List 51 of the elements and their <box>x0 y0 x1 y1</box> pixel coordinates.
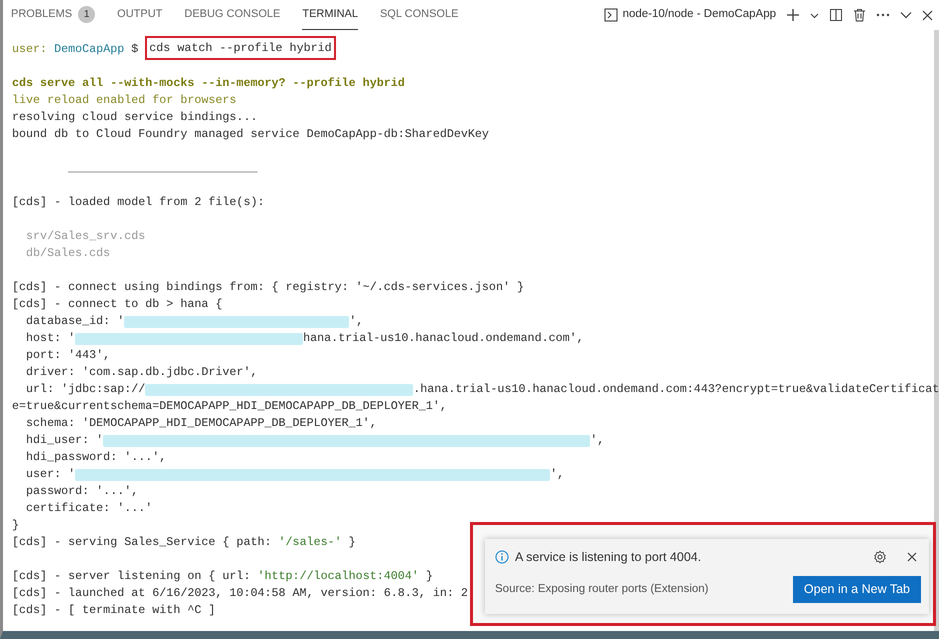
terminal-line: [cds] - [ terminate with ^C ] <box>12 602 216 619</box>
terminal-selector[interactable]: node-10/node - DemoCapApp <box>604 6 776 24</box>
terminal-line: url: 'jdbc:sap:// .hana.trial-us10.hanacloud.ondemand.com:443?encrypt=true&validateCertificat <box>25 381 939 398</box>
terminal-line: [cds] - loaded model from 2 file(s): <box>12 194 264 211</box>
terminal-line: } <box>12 517 20 534</box>
terminal-line: ___________________________ <box>67 160 258 177</box>
terminal-line: database_id: ' ', <box>25 313 364 330</box>
close-icon[interactable] <box>922 10 933 20</box>
terminal-line: port: '443', <box>25 347 110 364</box>
settings-icon[interactable] <box>873 550 887 564</box>
panel-tab[interactable]: TERMINAL <box>302 0 358 30</box>
terminal-line: e=true&currentschema=DEMOCAPAPP_HDI_DEMOCAPAPP_DB_DEPLOYER_1', <box>12 398 447 415</box>
terminal-line: [cds] - serving Sales_Service { path: '/sales-' } <box>12 534 356 551</box>
terminal-icon <box>604 8 618 22</box>
terminal-line: certificate: '...' <box>25 500 152 517</box>
terminal-line: srv/Sales_srv.cds <box>25 228 146 245</box>
terminal-line: user: ' ', <box>25 466 564 483</box>
terminal-line: hdi_user: ' ', <box>25 432 604 449</box>
panel-tab[interactable]: DEBUG CONSOLE <box>184 0 280 30</box>
close-icon[interactable] <box>907 552 917 562</box>
terminal-line: hdi_password: '...', <box>25 449 166 466</box>
panel-tab[interactable]: SQL CONSOLE <box>380 0 458 30</box>
terminal-line: host: ' hana.trial-us10.hanacloud.ondemand.com', <box>25 330 584 347</box>
open-in-new-tab-button[interactable]: Open in a New Tab <box>792 576 921 603</box>
terminal-line: schema: 'DEMOCAPAPP_HDI_DEMOCAPAPP_DB_DEPLOYER_1', <box>25 415 377 432</box>
terminal-line: cds serve all --with-mocks --in-memory? --profile hybrid <box>12 75 405 92</box>
trash-icon[interactable] <box>853 8 866 22</box>
terminal-line: password: '...', <box>25 483 138 500</box>
info-icon <box>495 550 509 564</box>
terminal-line: resolving cloud service bindings... <box>12 109 258 126</box>
terminal-line: live reload enabled for browsers <box>12 92 236 109</box>
tab-label: PROBLEMS <box>11 7 72 22</box>
panel-tab[interactable]: PROBLEMS 1 <box>11 0 96 30</box>
terminal-line: db/Sales.cds <box>25 245 110 262</box>
terminal-line: [cds] - launched at 6/16/2023, 10:04:58 AM, version: 6.8.3, in: 2 <box>12 585 468 602</box>
more-icon[interactable] <box>876 13 890 17</box>
count-badge: 1 <box>78 6 96 23</box>
panel-tab[interactable]: OUTPUT <box>117 0 162 30</box>
plus-icon[interactable] <box>786 8 800 22</box>
terminal-line: bound db to Cloud Foundry managed service DemoCapApp-db:SharedDevKey <box>12 126 489 143</box>
terminal-line: [cds] - connect to db > hana { <box>12 296 222 313</box>
notification-source: Source: Exposing router ports (Extension) <box>495 582 708 597</box>
terminal-line: driver: 'com.sap.db.jdbc.Driver', <box>25 364 258 381</box>
chevron-down-icon[interactable] <box>900 11 912 19</box>
notification-message: A service is listening to port 4004. <box>515 549 702 566</box>
terminal-prompt: user: DemoCapApp $ <box>12 41 140 58</box>
terminal-line: [cds] - connect using bindings from: { registry: '~/.cds-services.json' } <box>12 279 524 296</box>
chevron-down-icon[interactable] <box>810 10 819 20</box>
terminal-command: cds watch --profile hybrid <box>145 36 336 60</box>
split-icon[interactable] <box>829 8 843 22</box>
terminal-line: [cds] - server listening on { url: 'http://localhost:4004' } <box>12 568 433 585</box>
